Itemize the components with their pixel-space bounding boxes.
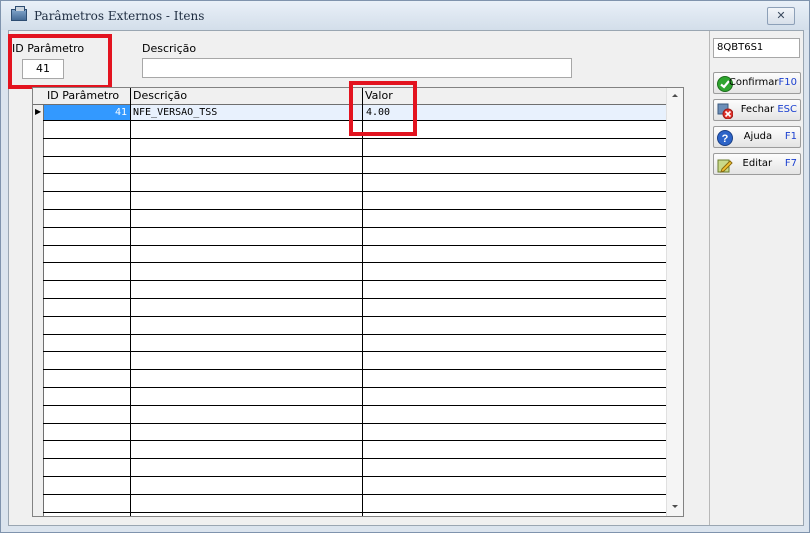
column-divider [362,88,363,516]
fechar-label: Fechar [740,104,775,115]
title-bar: Parâmetros Externos - Itens ✕ [1,1,809,30]
grid-row-line [43,245,674,246]
ajuda-button[interactable]: ? Ajuda F1 [713,126,801,148]
descricao-field[interactable] [142,58,572,78]
grid-row-line [43,440,674,441]
grid-row-line [43,458,674,459]
ajuda-key: F1 [784,131,797,142]
sidebar-divider [709,31,710,525]
grid-row-line [43,334,674,335]
descricao-label: Descrição [142,42,197,55]
column-divider [130,88,131,516]
editar-label: Editar [742,158,773,169]
grid-row-line [43,138,674,139]
fechar-key: ESC [777,104,797,115]
row-indicator-column: ▶ [33,88,44,516]
grid-row-line [43,369,674,370]
app-window-icon [11,6,27,21]
close-x-icon [717,103,733,119]
scroll-down-arrow-icon[interactable] [672,505,678,508]
highlight-box-id [8,34,112,89]
grid-row-line [43,173,674,174]
help-icon: ? [717,130,733,146]
confirmar-key: F10 [778,77,797,88]
close-button[interactable]: ✕ [767,7,795,25]
grid-row-line [43,405,674,406]
grid-row-line [43,227,674,228]
grid-row-line [43,476,674,477]
grid-row-line [43,423,674,424]
grid-row-line [43,512,674,513]
code-field: 8QBT6S1 [713,38,800,58]
editar-button[interactable]: Editar F7 [713,153,801,175]
client-area: ID Parâmetro 41 Descrição ▶ ID Parâmetro… [8,30,804,526]
grid-row-line [43,191,674,192]
column-header-descricao[interactable]: Descrição [130,88,362,104]
confirmar-label: Confirmar [728,77,779,88]
parameters-grid[interactable]: ▶ ID Parâmetro Descrição Valor 41 NFE_VE… [32,87,684,517]
column-header-id[interactable]: ID Parâmetro [44,88,130,104]
highlight-box-valor [349,81,417,136]
vertical-scrollbar[interactable] [666,88,683,516]
grid-row-line [43,351,674,352]
window-title: Parâmetros Externos - Itens [34,9,205,23]
confirmar-button[interactable]: ConfirmarF10 [713,72,801,94]
svg-text:?: ? [722,133,729,145]
grid-row-line [43,494,674,495]
grid-row-line [43,298,674,299]
current-row-indicator-icon: ▶ [35,107,42,116]
grid-row-line [43,262,674,263]
editar-key: F7 [784,158,797,169]
edit-pencil-icon [717,159,733,173]
grid-row-line [43,209,674,210]
grid-row-line [43,156,674,157]
grid-row-line [43,387,674,388]
grid-row-line [43,280,674,281]
ajuda-label: Ajuda [743,131,773,142]
cell-descricao[interactable]: NFE_VERSAO_TSS [133,105,359,120]
fechar-button[interactable]: Fechar ESC [713,99,801,121]
scroll-up-arrow-icon[interactable] [672,94,678,97]
cell-id[interactable]: 41 [44,105,130,120]
grid-row-line [43,316,674,317]
parametros-window: Parâmetros Externos - Itens ✕ ID Parâmet… [0,0,810,533]
